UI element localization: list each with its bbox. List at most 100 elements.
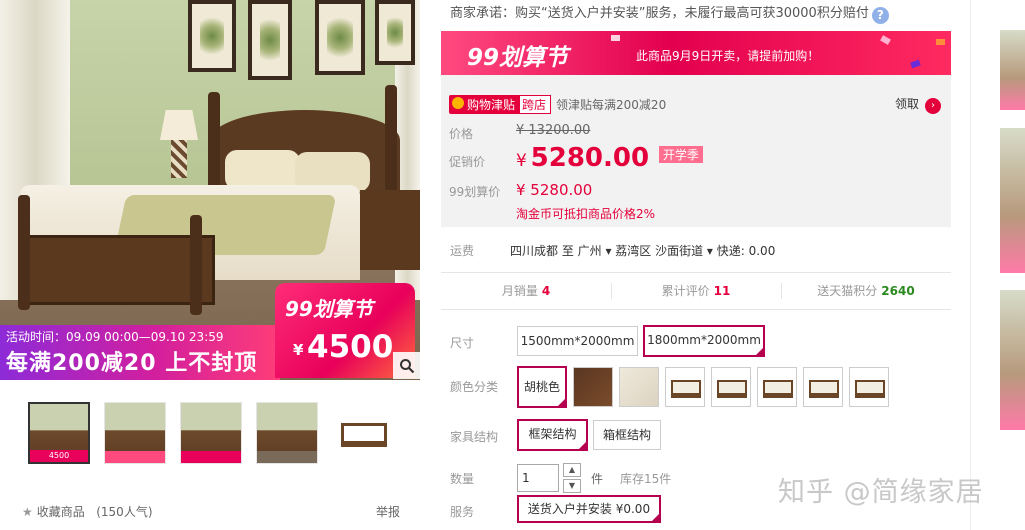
stat-value: 11 <box>713 284 731 298</box>
thumbnail[interactable] <box>256 402 318 464</box>
swatch-bed <box>671 380 701 398</box>
service-option-selected[interactable]: 送货入户并安装 ¥0.00 <box>517 495 661 523</box>
promo-badge-currency: ¥ <box>293 341 304 359</box>
search-icon <box>399 358 414 373</box>
sale-banner: 99划算节 此商品9月9日开卖，请提前加购！ <box>441 31 951 75</box>
structure-option[interactable]: 箱框结构 <box>593 420 661 450</box>
confetti <box>936 39 945 45</box>
stat-label: 累计评价 <box>661 284 710 298</box>
confetti <box>880 35 891 45</box>
qty-label: 数量 <box>450 472 475 486</box>
promo-slogan: 每满200减20 上不封顶 <box>6 351 258 376</box>
promo-price-value: 5280.00 <box>530 143 650 173</box>
zoom-button[interactable] <box>393 352 420 379</box>
caret-down-icon[interactable]: ▼ <box>563 479 581 493</box>
recommend-image <box>1000 128 1025 273</box>
thumbnail[interactable]: 4500 <box>28 402 90 464</box>
activity-time: 活动时间：09.09 00:00—09.10 23:59 <box>6 330 224 344</box>
thumbnail[interactable] <box>104 402 166 464</box>
promo-price: ¥ 5280.00 开学季 <box>516 143 703 173</box>
thumbnail-bed-outline <box>341 423 387 447</box>
wall-art <box>248 0 292 80</box>
original-price: ¥ 13200.00 <box>516 123 591 138</box>
thumbnail-promo-tag <box>181 451 241 463</box>
shipping-text[interactable]: 四川成都 至 广州 ▾ 荔湾区 沙面街道 ▾ 快递: 0.00 <box>510 244 775 258</box>
confetti <box>910 59 921 69</box>
thumbnail[interactable] <box>180 402 242 464</box>
arrow-right-icon: › <box>925 98 941 114</box>
caret-up-icon[interactable]: ▲ <box>563 463 581 477</box>
size-option-selected[interactable]: 1800mm*2000mm <box>643 325 765 357</box>
color-option-selected[interactable]: 胡桃色 <box>517 366 567 408</box>
quantity-input[interactable]: 1 <box>517 464 559 492</box>
thumbnail-promo-tag <box>105 451 165 463</box>
favorite-count: (150人气) <box>96 505 153 519</box>
stock-count: 库存15件 <box>620 472 672 486</box>
shipping-label: 运费 <box>450 244 475 258</box>
coupon-row: 购物津贴 跨店 领津贴每满200减20 <box>449 95 666 114</box>
side-table <box>360 190 420 270</box>
stat-monthly-sales: 月销量 4 <box>441 272 611 309</box>
thumbnail-promo-tag <box>257 451 317 463</box>
size-option[interactable]: 1500mm*2000mm <box>517 326 638 356</box>
stat-value: 2640 <box>881 284 915 298</box>
recommend-thumbnail[interactable] <box>1000 30 1025 110</box>
lamp-shade <box>160 110 198 140</box>
coin-note: 淘金币可抵扣商品价格2% <box>516 207 656 221</box>
confetti <box>611 35 620 41</box>
price-panel: 购物津贴 跨店 领津贴每满200减20 领取 › 价格 ¥ 13200.00 促销价 … <box>441 75 951 227</box>
bed-footboard <box>25 235 215 305</box>
help-icon[interactable]: ? <box>871 7 889 24</box>
color-swatch[interactable] <box>619 367 659 407</box>
recommend-thumbnail[interactable] <box>1000 290 1025 430</box>
recommend-image <box>1000 30 1025 110</box>
color-swatch[interactable] <box>711 367 751 407</box>
claim-coupon-button[interactable]: 领取 › <box>895 95 941 114</box>
promo-badge-tag: 开学季 <box>658 146 703 163</box>
stat-reviews[interactable]: 累计评价 11 <box>611 272 781 309</box>
structure-option-selected[interactable]: 框架结构 <box>517 419 588 451</box>
bed-post <box>18 195 30 310</box>
color-label: 颜色分类 <box>450 380 499 394</box>
swatch-bed <box>855 380 885 398</box>
recommend-thumbnail[interactable] <box>1000 128 1025 273</box>
coupon-tag-primary: 购物津贴 <box>449 95 521 114</box>
calc-price: ¥ 5280.00 <box>516 181 593 199</box>
favorite-label: 收藏商品 <box>36 505 85 519</box>
color-swatch[interactable] <box>665 367 705 407</box>
structure-label: 家具结构 <box>450 430 499 444</box>
product-page: 活动时间：09.09 00:00—09.10 23:59 每满200减20 上不… <box>0 0 1025 530</box>
promise-text: 商家承诺：购买“送货入户并安装”服务，未履行最高可获30000积分赔付 <box>450 6 869 21</box>
promo-price-label: 促销价 <box>449 155 486 169</box>
watermark: 知乎 @简缘家居 <box>778 477 984 508</box>
color-swatch[interactable] <box>757 367 797 407</box>
stat-label: 送天猫积分 <box>817 284 878 298</box>
coupon-tag-secondary: 跨店 <box>517 95 552 114</box>
column-divider <box>970 0 971 530</box>
shipping-row: 运费 四川成都 至 广州 ▾ 荔湾区 沙面街道 ▾ 快递: 0.00 <box>450 242 775 259</box>
promo-badge-amount: 4500 <box>307 329 394 365</box>
qty-unit: 件 <box>591 472 604 486</box>
swatch-bed <box>717 380 747 398</box>
thumbnail[interactable] <box>332 402 394 464</box>
claim-label: 领取 <box>894 97 919 111</box>
merchant-promise: 商家承诺：购买“送货入户并安装”服务，未履行最高可获30000积分赔付? <box>450 2 889 24</box>
service-label: 服务 <box>450 505 475 519</box>
banner-logo: 99划算节 <box>467 45 569 71</box>
favorite-button[interactable]: ★ 收藏商品 (150人气) <box>22 503 153 520</box>
promo-strip: 活动时间：09.09 00:00—09.10 23:59 每满200减20 上不… <box>0 325 280 380</box>
color-swatch[interactable] <box>573 367 613 407</box>
star-icon: ★ <box>22 505 33 519</box>
lamp-base <box>171 140 187 178</box>
promo-badge-logo: 99划算节 <box>285 297 373 321</box>
recommend-image <box>1000 290 1025 430</box>
report-link[interactable]: 举报 <box>376 503 400 520</box>
swatch-bed <box>763 380 793 398</box>
main-product-image[interactable]: 活动时间：09.09 00:00—09.10 23:59 每满200减20 上不… <box>0 0 420 380</box>
calc-price-label: 99划算价 <box>449 185 501 199</box>
stat-value: 4 <box>541 284 551 298</box>
coupon-text: 领津贴每满200减20 <box>556 98 667 112</box>
banner-note: 此商品9月9日开卖，请提前加购！ <box>636 49 820 63</box>
color-swatch[interactable] <box>803 367 843 407</box>
color-swatch[interactable] <box>849 367 889 407</box>
